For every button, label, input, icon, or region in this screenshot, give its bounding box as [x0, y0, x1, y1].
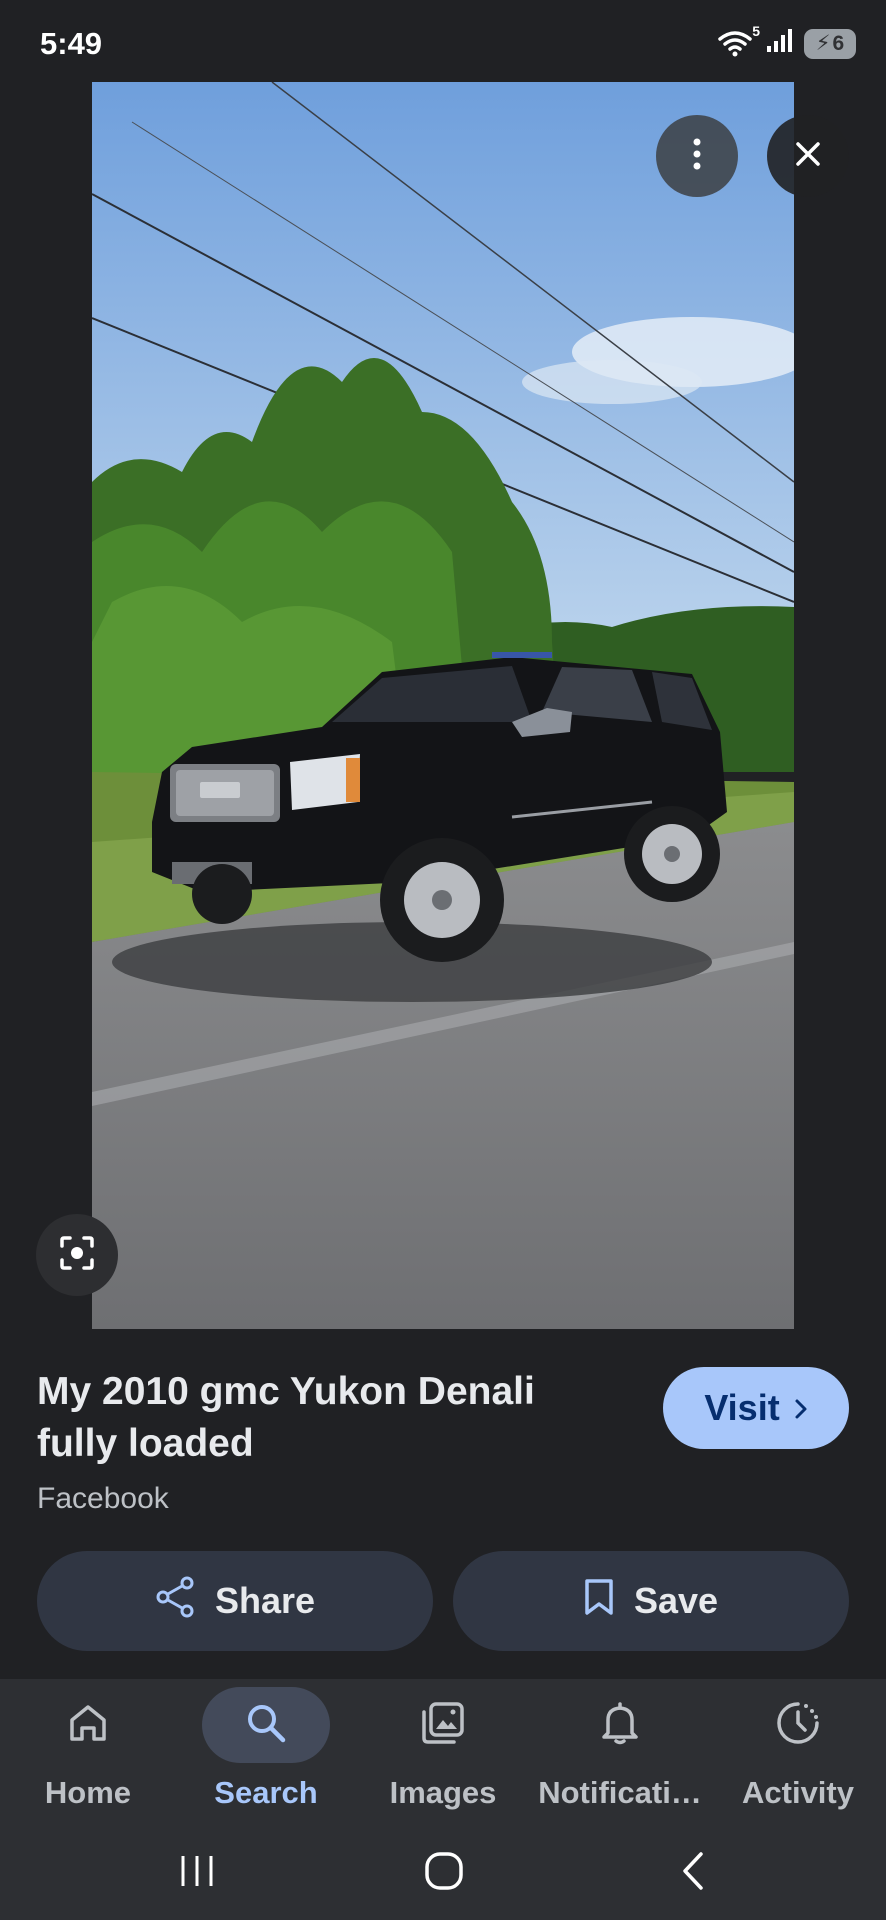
bottom-navigation: Home Search Images Notificati… Activity: [0, 1679, 886, 1819]
visit-button[interactable]: Visit: [663, 1367, 849, 1449]
nav-item-activity[interactable]: Activity: [710, 1679, 886, 1819]
chevron-right-icon: [794, 1387, 808, 1429]
home-system-button[interactable]: [414, 1849, 474, 1897]
status-time: 5:49: [40, 26, 103, 61]
back-icon: [681, 1851, 705, 1896]
nav-label-search: Search: [214, 1775, 318, 1810]
recent-apps-icon: [179, 1854, 215, 1893]
lens-search-icon: [60, 1235, 94, 1275]
nav-label-images: Images: [389, 1775, 497, 1810]
home-circle-icon: [424, 1851, 464, 1896]
status-icons: 5 ⚡ 6: [718, 23, 856, 59]
share-label: Share: [214, 1580, 316, 1621]
back-button[interactable]: [663, 1849, 723, 1897]
result-source: Facebook: [37, 1482, 169, 1515]
wifi-icon: 5: [718, 23, 760, 59]
status-bar: 5:49 5 ⚡ 6: [0, 0, 886, 82]
bookmark-icon: [584, 1578, 614, 1625]
nav-label-notifications: Notificati…: [538, 1775, 702, 1810]
share-button[interactable]: Share: [37, 1551, 433, 1651]
more-vert-icon: [692, 138, 702, 175]
search-icon: [244, 1701, 288, 1750]
system-navigation-bar: [0, 1819, 886, 1920]
visit-label: Visit: [704, 1387, 780, 1428]
lens-search-button[interactable]: [36, 1214, 118, 1296]
suv-photo: [92, 82, 794, 1329]
result-image[interactable]: [92, 82, 794, 1329]
share-icon: [155, 1576, 195, 1627]
images-icon: [420, 1700, 466, 1751]
home-icon: [67, 1702, 109, 1749]
wifi-band-label: 5: [752, 22, 760, 39]
nav-label-activity: Activity: [742, 1775, 854, 1810]
save-label: Save: [633, 1580, 719, 1621]
battery-level: 6: [832, 31, 845, 55]
charging-icon: ⚡: [815, 32, 831, 55]
more-options-button[interactable]: [656, 115, 738, 197]
bell-icon: [600, 1701, 640, 1750]
save-button[interactable]: Save: [453, 1551, 849, 1651]
signal-icon: [766, 28, 794, 59]
close-icon: [795, 141, 821, 172]
nav-label-home: Home: [44, 1775, 132, 1810]
recent-apps-button[interactable]: [167, 1849, 227, 1897]
result-title[interactable]: My 2010 gmc Yukon Denali fully loaded: [37, 1366, 597, 1470]
nav-item-notifications[interactable]: Notificati…: [532, 1679, 708, 1819]
activity-icon: [775, 1700, 821, 1751]
battery-indicator: ⚡ 6: [804, 28, 856, 59]
close-button[interactable]: [767, 115, 849, 197]
nav-item-home[interactable]: Home: [0, 1679, 176, 1819]
nav-item-images[interactable]: Images: [355, 1679, 531, 1819]
nav-item-search[interactable]: Search: [178, 1679, 354, 1819]
